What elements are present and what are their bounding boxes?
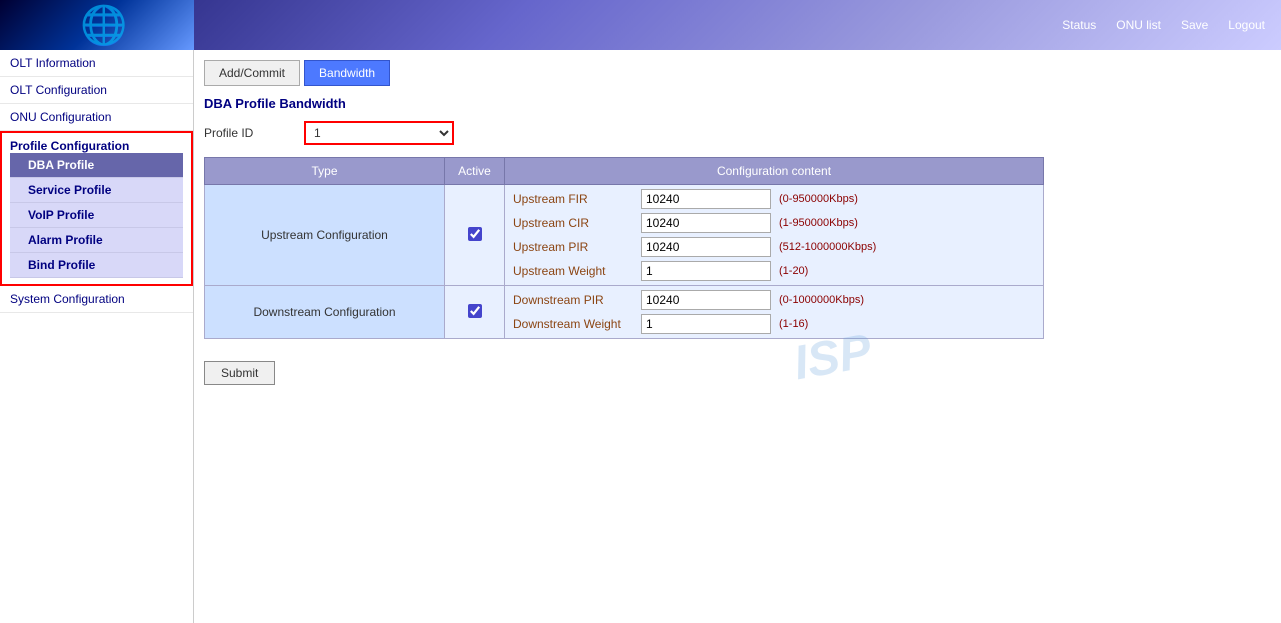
downstream-weight-input[interactable] bbox=[641, 314, 771, 334]
sidebar-subitem-dba-profile[interactable]: DBA Profile bbox=[10, 153, 183, 178]
upstream-fir-label: Upstream FIR bbox=[513, 192, 633, 206]
upstream-pir-label: Upstream PIR bbox=[513, 240, 633, 254]
upstream-weight-range: (1-20) bbox=[779, 265, 808, 277]
top-nav: Status ONU list Save Logout bbox=[1062, 18, 1265, 32]
upstream-row: Upstream Configuration Upstream FIR (0-9… bbox=[205, 185, 1044, 286]
upstream-pir-row: Upstream PIR (512-1000000Kbps) bbox=[513, 237, 1035, 257]
tab-add-commit[interactable]: Add/Commit bbox=[204, 60, 300, 86]
sidebar-subitem-alarm-profile[interactable]: Alarm Profile bbox=[10, 228, 183, 253]
downstream-pir-label: Downstream PIR bbox=[513, 293, 633, 307]
upstream-weight-label: Upstream Weight bbox=[513, 264, 633, 278]
upstream-cir-input[interactable] bbox=[641, 213, 771, 233]
sidebar-item-system-configuration[interactable]: System Configuration bbox=[0, 286, 193, 313]
sidebar-item-olt-configuration[interactable]: OLT Configuration bbox=[0, 77, 193, 104]
sidebar-subitem-bind-profile[interactable]: Bind Profile bbox=[10, 253, 183, 278]
page-title: DBA Profile Bandwidth bbox=[204, 96, 1271, 111]
upstream-pir-input[interactable] bbox=[641, 237, 771, 257]
logout-link[interactable]: Logout bbox=[1228, 18, 1265, 32]
downstream-weight-row: Downstream Weight (1-16) bbox=[513, 314, 1035, 334]
main-layout: OLT Information OLT Configuration ONU Co… bbox=[0, 50, 1281, 623]
profile-id-row: Profile ID 1 2 3 4 5 bbox=[204, 121, 1271, 145]
downstream-active-cell bbox=[445, 286, 505, 339]
upstream-active-cell bbox=[445, 185, 505, 286]
profile-id-select[interactable]: 1 2 3 4 5 bbox=[304, 121, 454, 145]
upstream-content-cell: Upstream FIR (0-950000Kbps) Upstream CIR… bbox=[505, 185, 1044, 286]
onu-list-link[interactable]: ONU list bbox=[1116, 18, 1161, 32]
profile-id-label: Profile ID bbox=[204, 126, 284, 140]
upstream-weight-input[interactable] bbox=[641, 261, 771, 281]
upstream-fir-row: Upstream FIR (0-950000Kbps) bbox=[513, 189, 1035, 209]
downstream-active-checkbox[interactable] bbox=[468, 304, 482, 318]
config-table: Type Active Configuration content Upstre… bbox=[204, 157, 1044, 339]
globe-decoration bbox=[0, 0, 194, 50]
upstream-cir-row: Upstream CIR (1-950000Kbps) bbox=[513, 213, 1035, 233]
downstream-content-cell: Downstream PIR (0-1000000Kbps) Downstrea… bbox=[505, 286, 1044, 339]
tab-bar: Add/Commit Bandwidth bbox=[204, 60, 1271, 86]
col-type: Type bbox=[205, 158, 445, 185]
submit-button[interactable]: Submit bbox=[204, 361, 275, 385]
sidebar-profile-configuration-header[interactable]: Profile Configuration DBA Profile Servic… bbox=[0, 131, 193, 286]
upstream-cir-range: (1-950000Kbps) bbox=[779, 217, 858, 229]
downstream-row: Downstream Configuration Downstream PIR … bbox=[205, 286, 1044, 339]
col-active: Active bbox=[445, 158, 505, 185]
downstream-section-label: Downstream Configuration bbox=[205, 286, 445, 339]
tab-bandwidth[interactable]: Bandwidth bbox=[304, 60, 390, 86]
downstream-weight-range: (1-16) bbox=[779, 318, 808, 330]
sidebar-subitem-service-profile[interactable]: Service Profile bbox=[10, 178, 183, 203]
upstream-active-checkbox[interactable] bbox=[468, 227, 482, 241]
sidebar-subitem-voip-profile[interactable]: VoIP Profile bbox=[10, 203, 183, 228]
main-content: ISP Add/Commit Bandwidth DBA Profile Ban… bbox=[194, 50, 1281, 623]
upstream-fir-range: (0-950000Kbps) bbox=[779, 193, 858, 205]
top-header: Status ONU list Save Logout bbox=[0, 0, 1281, 50]
downstream-pir-input[interactable] bbox=[641, 290, 771, 310]
upstream-weight-row: Upstream Weight (1-20) bbox=[513, 261, 1035, 281]
downstream-weight-label: Downstream Weight bbox=[513, 317, 633, 331]
downstream-pir-range: (0-1000000Kbps) bbox=[779, 294, 864, 306]
upstream-pir-range: (512-1000000Kbps) bbox=[779, 241, 876, 253]
status-link[interactable]: Status bbox=[1062, 18, 1096, 32]
upstream-fir-input[interactable] bbox=[641, 189, 771, 209]
sidebar-item-olt-information[interactable]: OLT Information bbox=[0, 50, 193, 77]
upstream-section-label: Upstream Configuration bbox=[205, 185, 445, 286]
downstream-pir-row: Downstream PIR (0-1000000Kbps) bbox=[513, 290, 1035, 310]
save-link[interactable]: Save bbox=[1181, 18, 1208, 32]
col-config-content: Configuration content bbox=[505, 158, 1044, 185]
upstream-cir-label: Upstream CIR bbox=[513, 216, 633, 230]
sidebar-item-onu-configuration[interactable]: ONU Configuration bbox=[0, 104, 193, 131]
sidebar: OLT Information OLT Configuration ONU Co… bbox=[0, 50, 194, 623]
